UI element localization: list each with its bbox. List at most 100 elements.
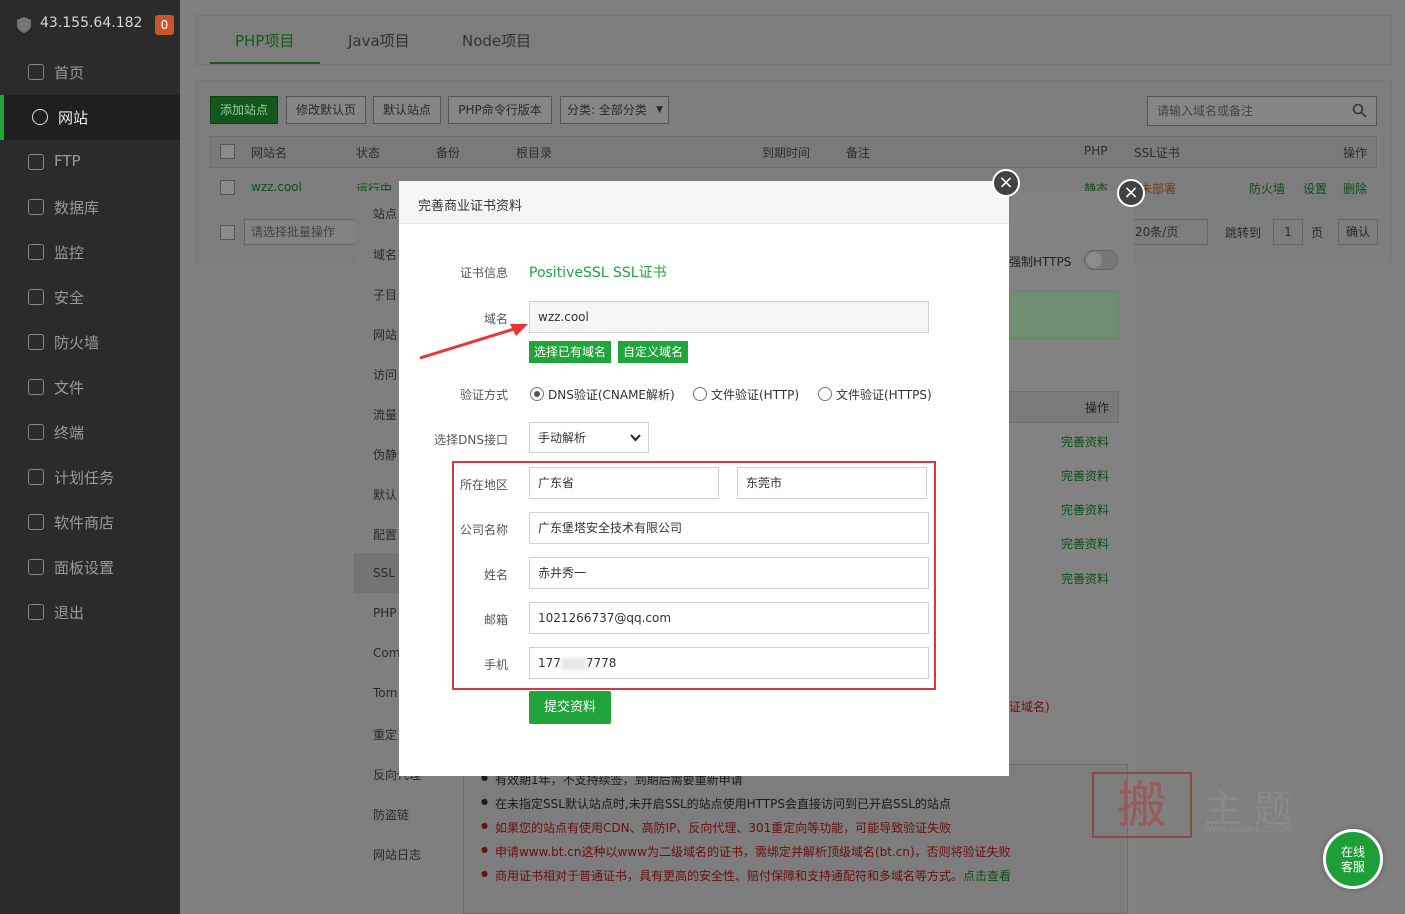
settings-menu-item[interactable]: 防盗链 <box>373 806 409 823</box>
force-https-toggle[interactable] <box>1084 250 1118 270</box>
settings-menu-item[interactable]: 重定 <box>373 726 397 743</box>
complete-info-link[interactable]: 完善资料 <box>1061 570 1109 587</box>
row-checkbox[interactable] <box>220 180 235 195</box>
tab-node[interactable]: Node项目 <box>462 30 531 51</box>
search-input[interactable]: 请输入域名或备注 <box>1147 96 1377 126</box>
company-input[interactable]: 广东堡塔安全技术有限公司 <box>529 512 929 544</box>
site-ssl[interactable]: 未部署 <box>1140 180 1176 197</box>
complete-info-link[interactable]: 完善资料 <box>1061 535 1109 552</box>
action-settings[interactable]: 设置 <box>1303 180 1327 197</box>
radio-dns-label[interactable]: DNS验证(CNAME解析) <box>548 386 675 403</box>
custom-domain-button[interactable]: 自定义域名 <box>618 341 689 363</box>
terminal-icon <box>28 424 44 440</box>
choose-existing-domain-button[interactable]: 选择已有域名 <box>529 341 612 363</box>
site-name-link[interactable]: wzz.cool <box>251 180 302 194</box>
confirm-page-button[interactable]: 确认 <box>1338 219 1378 245</box>
radio-file-http-label[interactable]: 文件验证(HTTP) <box>711 386 799 403</box>
radio-file-http[interactable] <box>693 387 707 401</box>
sidebar-item-home[interactable]: 首页 <box>0 50 180 95</box>
submit-info-button[interactable]: 提交资料 <box>529 691 611 724</box>
settings-menu-item[interactable]: 网站 <box>373 326 397 343</box>
col-expire[interactable]: 到期时间 <box>762 144 810 161</box>
search-icon[interactable] <box>1352 103 1367 118</box>
sidebar-header: 43.155.64.182 0 <box>0 0 180 50</box>
col-site-name[interactable]: 网站名 <box>251 144 287 161</box>
category-select[interactable]: 分类: 全部分类 ▼ <box>560 96 669 124</box>
settings-menu-item[interactable]: 子目 <box>373 286 397 303</box>
complete-info-link[interactable]: 完善资料 <box>1061 501 1109 518</box>
edit-default-page-button[interactable]: 修改默认页 <box>286 96 366 124</box>
radio-file-https-label[interactable]: 文件验证(HTTPS) <box>836 386 932 403</box>
online-service-button[interactable]: 在线 客服 <box>1323 829 1383 889</box>
col-root: 根目录 <box>516 146 553 160</box>
dns-interface-select[interactable]: 手动解析 <box>529 422 649 453</box>
tip-link[interactable]: 点击查看 <box>963 869 1011 883</box>
settings-menu-item[interactable]: PHP <box>373 606 397 620</box>
add-site-button[interactable]: 添加站点 <box>210 96 278 124</box>
notification-badge[interactable]: 0 <box>155 15 174 35</box>
sidebar-item-security[interactable]: 安全 <box>0 275 180 320</box>
settings-menu-item[interactable]: 网站日志 <box>373 846 421 863</box>
select-all-checkbox[interactable] <box>220 144 235 159</box>
settings-menu-item[interactable]: Tom <box>373 686 397 700</box>
batch-checkbox[interactable] <box>220 225 235 240</box>
complete-info-link[interactable]: 完善资料 <box>1061 467 1109 484</box>
phone-suffix: 7778 <box>585 656 617 670</box>
city-input[interactable]: 东莞市 <box>737 467 927 499</box>
settings-menu-item[interactable]: 默认 <box>373 486 397 503</box>
goto-label: 跳转到 <box>1225 226 1262 240</box>
phone-prefix: 177 <box>538 656 561 670</box>
modal-close-icon[interactable]: × <box>992 169 1020 197</box>
sidebar-item-panel-settings[interactable]: 面板设置 <box>0 545 180 590</box>
settings-menu-item[interactable]: 访问 <box>373 366 397 383</box>
settings-close-icon[interactable]: × <box>1117 179 1145 207</box>
col-status[interactable]: 状态 <box>356 144 380 161</box>
page-input[interactable]: 1 <box>1273 219 1303 245</box>
region-label: 所在地区 <box>459 478 508 492</box>
panel-settings-icon <box>28 559 44 575</box>
tip-text: 商用证书相对于普通证书，具有更高的安全性、赔付保障和支持通配符和多域名等方式。 <box>495 869 964 883</box>
red-hint-text: 证域名) <box>1009 700 1050 714</box>
tab-php[interactable]: PHP项目 <box>235 30 294 51</box>
tab-java[interactable]: Java项目 <box>348 30 410 51</box>
sidebar-item-terminal[interactable]: 终端 <box>0 410 180 455</box>
sidebar-item-ftp[interactable]: FTP <box>0 140 180 185</box>
radio-file-https[interactable] <box>818 387 832 401</box>
settings-menu-item[interactable]: 伪静 <box>373 446 397 463</box>
php-cli-version-button[interactable]: PHP命令行版本 <box>448 96 552 124</box>
batch-select[interactable]: 请选择批量操作 <box>244 219 356 245</box>
logout-icon <box>28 604 44 620</box>
settings-menu-item[interactable]: 站点 <box>373 205 397 222</box>
name-input[interactable]: 赤井秀一 <box>529 557 929 589</box>
server-shield-icon <box>17 17 31 33</box>
sidebar-item-logout[interactable]: 退出 <box>0 590 180 635</box>
sidebar-item-label: 数据库 <box>54 199 100 217</box>
settings-menu-item[interactable]: 域名 <box>373 246 397 263</box>
domain-input[interactable]: wzz.cool <box>529 301 929 333</box>
sidebar-item-files[interactable]: 文件 <box>0 365 180 410</box>
sidebar-item-label: FTP <box>54 152 81 170</box>
settings-menu-item[interactable]: 配置 <box>373 526 397 543</box>
sidebar-item-cron[interactable]: 计划任务 <box>0 455 180 500</box>
server-ip: 43.155.64.182 <box>40 15 143 31</box>
action-firewall[interactable]: 防火墙 <box>1249 180 1285 197</box>
province-input[interactable]: 广东省 <box>529 467 719 499</box>
email-input[interactable]: 1021266737@qq.com <box>529 602 929 634</box>
col-backup: 备份 <box>436 146 461 160</box>
col-ssl: SSL证书 <box>1134 146 1180 160</box>
default-site-button[interactable]: 默认站点 <box>373 96 441 124</box>
settings-menu-item[interactable]: Com <box>373 646 400 660</box>
phone-input[interactable]: 177 7778 <box>529 647 929 679</box>
sidebar-item-firewall[interactable]: 防火墙 <box>0 320 180 365</box>
settings-menu-item[interactable]: 流量 <box>373 406 397 423</box>
complete-info-link[interactable]: 完善资料 <box>1061 433 1109 450</box>
action-delete[interactable]: 删除 <box>1343 180 1367 197</box>
radio-dns[interactable] <box>530 387 544 401</box>
settings-menu-item[interactable]: SSL <box>373 566 395 580</box>
sidebar-item-database[interactable]: 数据库 <box>0 185 180 230</box>
per-page-select[interactable]: 20条/页 <box>1130 219 1208 245</box>
sidebar-item-monitor[interactable]: 监控 <box>0 230 180 275</box>
sidebar: 43.155.64.182 0 首页 网站 FTP 数据库监控 安全 防火墙 文件 终端 计划任… <box>0 0 180 914</box>
sidebar-item-website[interactable]: 网站 <box>0 95 180 140</box>
sidebar-item-app-store[interactable]: 软件商店 <box>0 500 180 545</box>
